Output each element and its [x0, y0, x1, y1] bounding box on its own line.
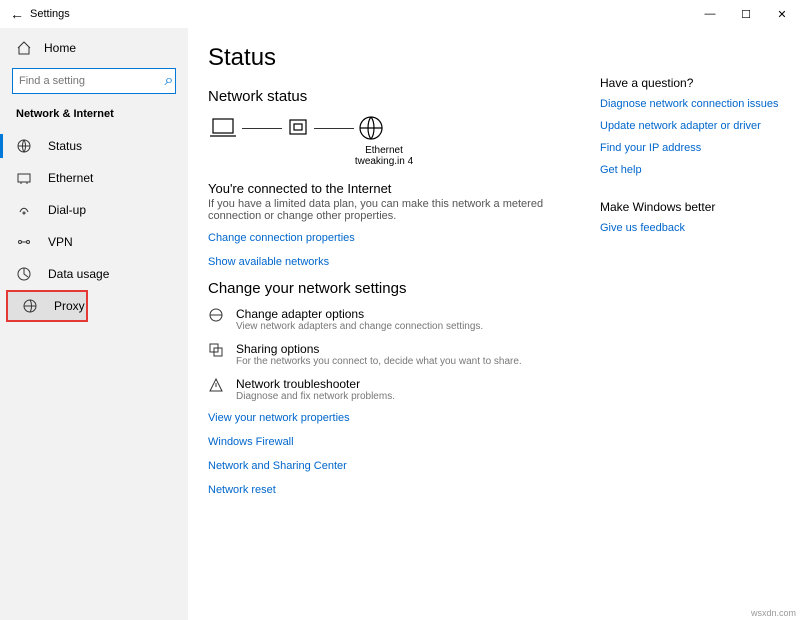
status-icon: [16, 138, 32, 154]
sidebar-item-proxy[interactable]: Proxy: [6, 290, 88, 322]
back-icon[interactable]: ←: [10, 6, 30, 22]
link-update-adapter[interactable]: Update network adapter or driver: [600, 120, 780, 132]
vpn-icon: [16, 234, 32, 250]
sidebar-item-status[interactable]: Status: [0, 130, 188, 162]
search-icon: ⌕: [161, 73, 177, 89]
search-field[interactable]: [19, 75, 161, 87]
sharing-icon: [208, 342, 224, 358]
globe-icon: [358, 115, 384, 141]
adapter-icon: [208, 307, 224, 323]
section-label: Network & Internet: [0, 108, 188, 130]
datausage-icon: [16, 266, 32, 282]
watermark: wsxdn.com: [751, 608, 796, 618]
link-network-sharing-center[interactable]: Network and Sharing Center: [208, 460, 560, 472]
link-view-network-properties[interactable]: View your network properties: [208, 412, 560, 424]
troubleshoot-icon: [208, 377, 224, 393]
sidebar: Home ⌕ Network & Internet Status Etherne…: [0, 28, 188, 620]
titlebar: ← Settings — ☐ ✕: [0, 0, 800, 28]
change-settings-heading: Change your network settings: [208, 280, 560, 297]
sidebar-item-label: Dial-up: [48, 203, 86, 217]
minimize-button[interactable]: —: [692, 0, 728, 28]
link-find-ip[interactable]: Find your IP address: [600, 142, 780, 154]
feedback-heading: Make Windows better: [600, 200, 780, 214]
network-status-heading: Network status: [208, 88, 560, 105]
sidebar-item-label: VPN: [48, 235, 73, 249]
dialup-icon: [16, 202, 32, 218]
link-network-reset[interactable]: Network reset: [208, 484, 560, 496]
link-diagnose-issues[interactable]: Diagnose network connection issues: [600, 98, 780, 110]
home-icon: [16, 40, 32, 56]
sidebar-item-label: Data usage: [48, 267, 109, 281]
proxy-icon: [22, 298, 38, 314]
window-controls: — ☐ ✕: [692, 0, 800, 28]
sidebar-item-vpn[interactable]: VPN: [0, 226, 188, 258]
connected-desc: If you have a limited data plan, you can…: [208, 198, 560, 222]
ethernet-icon: [16, 170, 32, 186]
link-get-help[interactable]: Get help: [600, 164, 780, 176]
main-content: Status Network status Ethernet tweaking.…: [208, 44, 560, 604]
home-button[interactable]: Home: [0, 36, 188, 68]
sidebar-item-datausage[interactable]: Data usage: [0, 258, 188, 290]
laptop-icon: [208, 116, 238, 140]
home-label: Home: [44, 41, 76, 55]
question-heading: Have a question?: [600, 76, 780, 90]
link-windows-firewall[interactable]: Windows Firewall: [208, 436, 560, 448]
connection-label: Ethernet tweaking.in 4: [208, 145, 560, 167]
setting-adapter-options[interactable]: Change adapter optionsView network adapt…: [208, 307, 560, 332]
link-give-feedback[interactable]: Give us feedback: [600, 222, 780, 234]
ethernet-adapter-icon: [286, 116, 310, 140]
sidebar-item-label: Proxy: [54, 299, 85, 313]
setting-sharing-options[interactable]: Sharing optionsFor the networks you conn…: [208, 342, 560, 367]
right-pane: Have a question? Diagnose network connec…: [600, 44, 780, 604]
sidebar-item-ethernet[interactable]: Ethernet: [0, 162, 188, 194]
network-diagram: [208, 115, 560, 141]
link-change-connection-properties[interactable]: Change connection properties: [208, 232, 560, 244]
sidebar-item-dialup[interactable]: Dial-up: [0, 194, 188, 226]
sidebar-item-label: Status: [48, 139, 82, 153]
search-input[interactable]: ⌕: [12, 68, 176, 94]
link-show-available-networks[interactable]: Show available networks: [208, 256, 560, 268]
sidebar-item-label: Ethernet: [48, 171, 93, 185]
close-button[interactable]: ✕: [764, 0, 800, 28]
page-title: Status: [208, 44, 560, 72]
window-title: Settings: [30, 8, 70, 20]
maximize-button[interactable]: ☐: [728, 0, 764, 28]
connected-heading: You're connected to the Internet: [208, 181, 560, 196]
setting-troubleshooter[interactable]: Network troubleshooterDiagnose and fix n…: [208, 377, 560, 402]
